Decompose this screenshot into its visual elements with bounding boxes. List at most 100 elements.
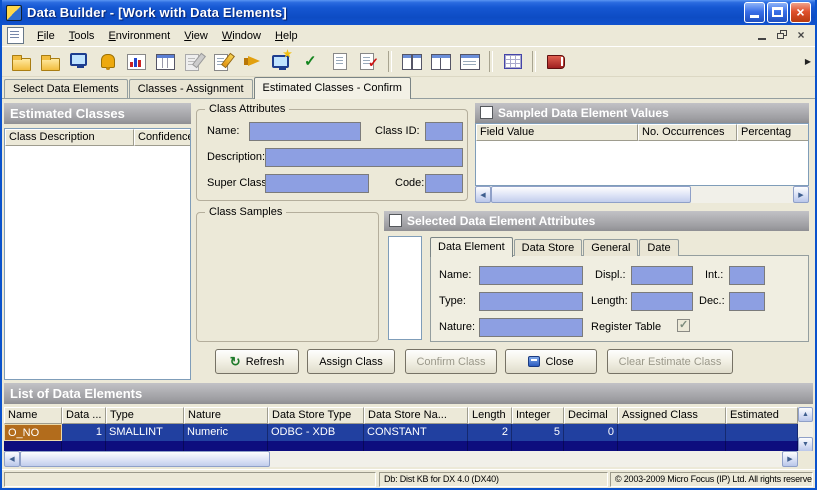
cell-data[interactable]: 1 (62, 424, 106, 441)
edit-icon[interactable] (211, 49, 236, 74)
menu-item-tools[interactable]: Tools (62, 27, 102, 45)
mdi-minimize-button[interactable] (755, 28, 771, 43)
description-field[interactable] (265, 148, 463, 167)
menu-item-environment[interactable]: Environment (101, 27, 177, 45)
mdi-child-icon[interactable] (7, 27, 24, 44)
attr-nature-field[interactable] (479, 318, 583, 337)
cell-estimated[interactable] (726, 441, 798, 451)
column-header-percentage[interactable]: Percentag (737, 124, 809, 141)
tab-estimated-classes-confirm[interactable]: Estimated Classes - Confirm (254, 77, 411, 99)
cell-type[interactable]: SMALLINT (106, 424, 184, 441)
column-header-assigned-class[interactable]: Assigned Class (618, 407, 726, 424)
details-view-icon[interactable] (457, 49, 482, 74)
menu-item-help[interactable]: Help (268, 27, 305, 45)
code-field[interactable] (425, 174, 463, 193)
column-header-confidence[interactable]: Confidence (134, 129, 191, 146)
sampled-values-checkbox[interactable] (480, 106, 493, 119)
table-row[interactable]: O_NO 1 SMALLINT Numeric ODBC - XDB CONST… (4, 424, 798, 441)
table-row[interactable] (4, 441, 798, 451)
name-field[interactable] (249, 122, 361, 141)
cell-data-store-type[interactable] (268, 441, 364, 451)
attr-displ-field[interactable] (631, 266, 693, 285)
scroll-right-icon[interactable]: ▶ (782, 451, 798, 467)
scrollbar-thumb[interactable] (491, 186, 691, 203)
document-icon[interactable] (327, 49, 352, 74)
report-icon[interactable] (153, 49, 178, 74)
cell-decimal[interactable] (564, 441, 618, 451)
monitor-icon[interactable] (66, 49, 91, 74)
folder-icon[interactable] (37, 49, 62, 74)
scrollbar-thumb[interactable] (20, 451, 270, 467)
column-header-length[interactable]: Length (468, 407, 512, 424)
close-window-button[interactable]: × (790, 2, 811, 23)
cell-data-store-name[interactable]: CONSTANT (364, 424, 468, 441)
clear-estimate-class-button[interactable]: Clear Estimate Class (607, 349, 733, 374)
menu-item-view[interactable]: View (177, 27, 215, 45)
attr-length-field[interactable] (631, 292, 693, 311)
mdi-close-button[interactable]: × (793, 28, 809, 43)
form-view-icon[interactable] (428, 49, 453, 74)
cell-assigned-class[interactable] (618, 441, 726, 451)
minimize-button[interactable] (744, 2, 765, 23)
maximize-button[interactable] (767, 2, 788, 23)
monitor-star-icon[interactable]: ★ (269, 49, 294, 74)
document-check-icon[interactable]: ✓ (356, 49, 381, 74)
attr-dec-field[interactable] (729, 292, 765, 311)
column-header-estimated[interactable]: Estimated (726, 407, 798, 424)
cell-name[interactable] (4, 441, 62, 451)
toolbar-overflow-icon[interactable]: ▶ (805, 57, 811, 66)
column-header-type[interactable]: Type (106, 407, 184, 424)
title-bar[interactable]: Data Builder - [Work with Data Elements]… (2, 0, 815, 25)
refresh-button[interactable]: ↻ Refresh (215, 349, 299, 374)
open-icon[interactable] (8, 49, 33, 74)
cell-assigned-class[interactable] (618, 424, 726, 441)
attr-type-field[interactable] (479, 292, 583, 311)
tab-general[interactable]: General (583, 239, 638, 256)
column-header-field-value[interactable]: Field Value (476, 124, 638, 141)
cell-length[interactable] (468, 441, 512, 451)
book-icon[interactable] (543, 49, 568, 74)
scroll-up-icon[interactable]: ▲ (798, 407, 813, 422)
tab-data-element[interactable]: Data Element (430, 237, 513, 257)
attr-name-field[interactable] (479, 266, 583, 285)
bar-chart-icon[interactable] (124, 49, 149, 74)
grid-view-icon[interactable] (500, 49, 525, 74)
column-header-name[interactable]: Name (4, 407, 62, 424)
edit-disabled-icon[interactable] (182, 49, 207, 74)
tab-date[interactable]: Date (639, 239, 678, 256)
split-view-icon[interactable] (399, 49, 424, 74)
data-elements-hscrollbar[interactable]: ◀ ▶ (4, 451, 798, 467)
tab-data-store[interactable]: Data Store (514, 239, 583, 256)
bell-icon[interactable] (95, 49, 120, 74)
menu-item-window[interactable]: Window (215, 27, 268, 45)
scroll-down-icon[interactable]: ▼ (798, 437, 813, 452)
confirm-class-button[interactable]: Confirm Class (405, 349, 497, 374)
attr-int-field[interactable] (729, 266, 765, 285)
tab-classes-assignment[interactable]: Classes - Assignment (129, 79, 253, 98)
validate-icon[interactable]: ✓ (298, 49, 323, 74)
cell-integer[interactable] (512, 441, 564, 451)
scroll-left-icon[interactable]: ◀ (475, 186, 491, 203)
announce-icon[interactable] (240, 49, 265, 74)
tab-select-data-elements[interactable]: Select Data Elements (4, 79, 128, 98)
cell-data[interactable] (62, 441, 106, 451)
mdi-restore-button[interactable] (774, 28, 790, 43)
column-header-nature[interactable]: Nature (184, 407, 268, 424)
cell-name[interactable]: O_NO (4, 424, 62, 441)
column-header-no-occurrences[interactable]: No. Occurrences (638, 124, 737, 141)
selected-attributes-checkbox[interactable] (389, 214, 402, 227)
cell-type[interactable] (106, 441, 184, 451)
cell-decimal[interactable]: 0 (564, 424, 618, 441)
menu-item-file[interactable]: File (30, 27, 62, 45)
cell-estimated[interactable] (726, 424, 798, 441)
cell-data-store-type[interactable]: ODBC - XDB (268, 424, 364, 441)
column-header-data-store-name[interactable]: Data Store Na... (364, 407, 468, 424)
sampled-values-table[interactable]: Field Value No. Occurrences Percentag (475, 123, 809, 186)
column-header-data[interactable]: Data ... (62, 407, 106, 424)
cell-nature[interactable] (184, 441, 268, 451)
cell-length[interactable]: 2 (468, 424, 512, 441)
class-id-field[interactable] (425, 122, 463, 141)
cell-data-store-name[interactable] (364, 441, 468, 451)
super-class-field[interactable] (265, 174, 369, 193)
data-elements-vscrollbar[interactable]: ▲ ▼ (798, 407, 813, 452)
